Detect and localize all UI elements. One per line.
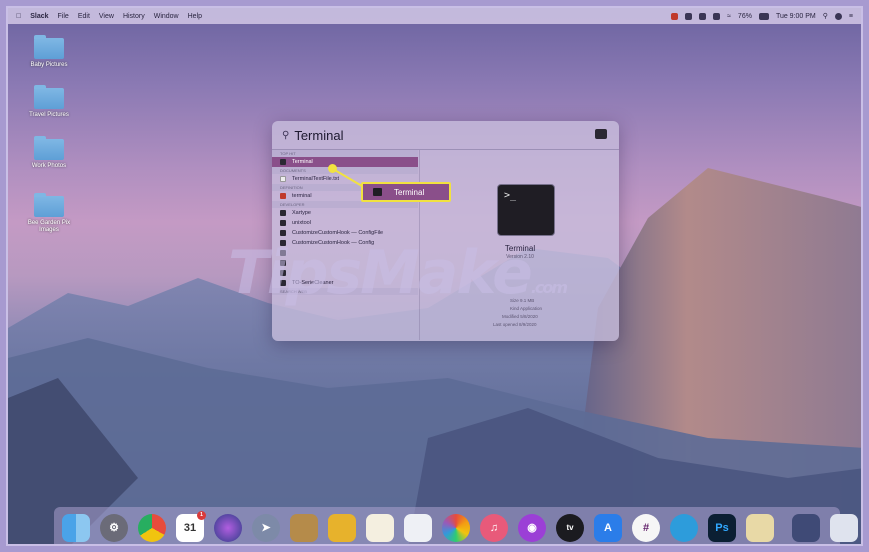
menu-edit[interactable]: Edit: [78, 13, 90, 20]
contacts-icon[interactable]: [290, 513, 318, 542]
terminal-app-icon: [595, 129, 607, 139]
slack-icon[interactable]: #: [632, 513, 660, 542]
menu-file[interactable]: File: [58, 13, 69, 20]
file-icon: [280, 230, 286, 236]
finder-icon[interactable]: [62, 513, 90, 542]
callout-dot: [328, 164, 337, 173]
folder-icon: [34, 35, 64, 59]
battery-percent[interactable]: 76%: [738, 13, 752, 20]
callout-terminal: Terminal: [361, 182, 451, 202]
airplay-icon[interactable]: [713, 12, 721, 20]
result-developer[interactable]: Xartype: [272, 208, 418, 218]
desktop-screen:  Slack File Edit View History Window He…: [6, 6, 863, 546]
spotlight-search-bar[interactable]: ⚲ Terminal: [272, 121, 619, 150]
system-preferences-icon[interactable]: ⚙: [100, 513, 128, 542]
folder-icon: [34, 193, 64, 217]
watermark: TipsMake.com: [228, 238, 568, 308]
notification-center-icon[interactable]: ≡: [849, 13, 853, 20]
siri-icon[interactable]: [834, 12, 842, 20]
music-icon[interactable]: ♫: [480, 513, 508, 542]
terminal-icon: [373, 188, 382, 196]
desktop-folder[interactable]: Work Photos: [19, 136, 79, 170]
notepad-icon[interactable]: [746, 513, 774, 542]
search-icon: ⚲: [282, 129, 290, 141]
apple-tv-icon[interactable]: tv: [556, 513, 584, 542]
menu-history[interactable]: History: [123, 13, 145, 20]
sourcetree-icon[interactable]: [670, 513, 698, 542]
podcasts-icon[interactable]: ◉: [518, 513, 546, 542]
apple-menu-icon[interactable]: : [16, 13, 21, 20]
app-store-icon[interactable]: A: [594, 513, 622, 542]
dictionary-icon: [280, 193, 286, 199]
battery-icon[interactable]: [758, 12, 769, 20]
desktop-folder[interactable]: Travel Pictures: [19, 85, 79, 119]
documents-stack-icon[interactable]: [792, 513, 820, 542]
notes-icon[interactable]: [328, 513, 356, 542]
desktop-folder[interactable]: Bee Garden Pix Images: [19, 193, 79, 234]
calendar-icon[interactable]: 31 1: [176, 510, 206, 542]
stickies-icon[interactable]: [366, 513, 394, 542]
folder-icon: [34, 136, 64, 160]
photoshop-icon[interactable]: Ps: [708, 513, 736, 542]
calendar-badge: 1: [197, 510, 206, 520]
status-icon[interactable]: [699, 12, 707, 20]
terminal-icon: [280, 159, 286, 165]
desktop-folder[interactable]: Baby Pictures: [19, 35, 79, 69]
menu-view[interactable]: View: [99, 13, 114, 20]
chrome-icon[interactable]: [138, 513, 166, 542]
file-icon: [280, 220, 286, 226]
folder-icon: [34, 85, 64, 109]
result-developer[interactable]: unixtool: [272, 218, 418, 228]
downloads-stack-icon[interactable]: [830, 513, 858, 542]
document-icon: [280, 176, 286, 182]
menu-window[interactable]: Window: [154, 13, 179, 20]
menu-help[interactable]: Help: [188, 13, 202, 20]
photos-icon[interactable]: [442, 513, 470, 542]
dock: ⚙ 31 1 ➤ ♫ ◉ tv A # Ps: [54, 507, 858, 544]
creative-cloud-icon[interactable]: [671, 12, 679, 20]
preview-meta: Modified 5/8/2020: [502, 314, 538, 319]
reminders-icon[interactable]: [404, 513, 432, 542]
file-icon: [280, 210, 286, 216]
siri-icon[interactable]: [214, 513, 242, 542]
section-header: Top Hit: [272, 150, 418, 157]
wifi-icon[interactable]: ≈: [727, 13, 731, 20]
spotlight-query[interactable]: Terminal: [294, 128, 343, 143]
launchpad-icon[interactable]: ➤: [252, 513, 280, 542]
spotlight-window: ⚲ Terminal Top Hit Terminal Documents Te…: [272, 121, 619, 341]
status-area: ≈ 76% Tue 9:00 PM ⚲ ≡: [664, 12, 853, 20]
menu-bar:  Slack File Edit View History Window He…: [8, 8, 861, 24]
result-developer[interactable]: CustomizeCustomHook — ConfigFile: [272, 228, 418, 238]
app-menu[interactable]: Slack: [30, 13, 48, 20]
status-icon[interactable]: [685, 12, 693, 20]
section-header: Developer: [272, 201, 418, 208]
clock[interactable]: Tue 9:00 PM: [776, 13, 816, 20]
preview-meta: Last opened 8/9/2020: [493, 322, 537, 327]
terminal-large-icon: >_: [497, 184, 555, 236]
spotlight-icon[interactable]: ⚲: [823, 12, 828, 20]
